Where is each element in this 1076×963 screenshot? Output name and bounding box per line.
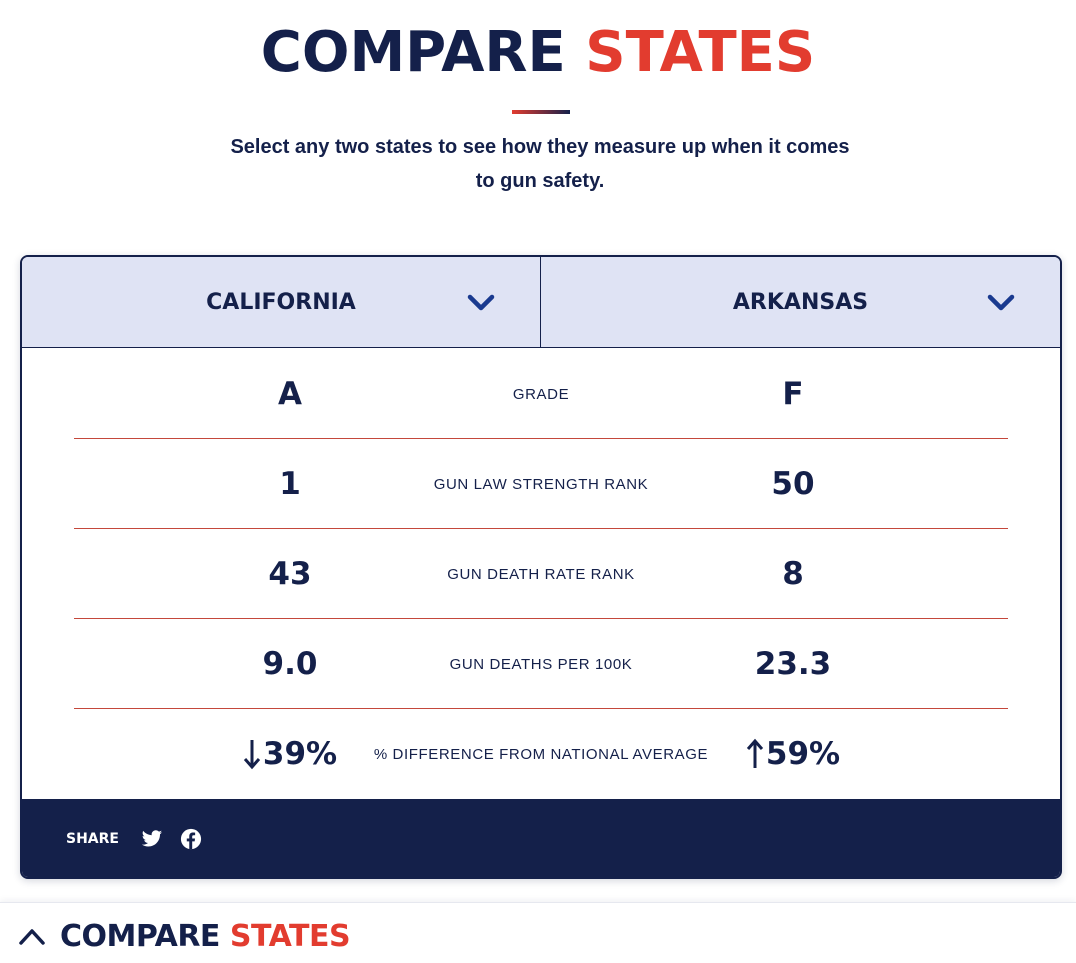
metric-label: % DIFFERENCE FROM NATIONAL AVERAGE xyxy=(373,745,709,763)
state-select-left[interactable]: CALIFORNIA xyxy=(22,257,541,347)
page-title: COMPARE STATES xyxy=(0,22,1076,84)
metric-label: GRADE xyxy=(512,385,570,403)
table-row: 39% % DIFFERENCE FROM NATIONAL AVERAGE 5… xyxy=(74,709,1008,799)
sticky-title-part2: STATES xyxy=(229,919,351,954)
table-row: 9.0 GUN DEATHS PER 100K 23.3 xyxy=(74,619,1008,709)
table-row: A GRADE F xyxy=(74,349,1008,439)
twitter-icon[interactable] xyxy=(141,828,163,850)
page-title-part1: COMPARE xyxy=(260,20,566,85)
state-b-grade: F xyxy=(782,376,804,412)
share-bar: SHARE xyxy=(22,799,1060,877)
state-b-pct-diff: 59% xyxy=(693,709,893,799)
arrow-down-icon xyxy=(243,740,261,770)
page-subtitle: Select any two states to see how they me… xyxy=(230,136,850,192)
facebook-icon[interactable] xyxy=(180,828,202,850)
table-row: 1 GUN LAW STRENGTH RANK 50 xyxy=(74,439,1008,529)
metric-label: GUN DEATHS PER 100K xyxy=(449,655,633,673)
title-divider xyxy=(512,110,570,114)
state-a-pct-diff-value: 39% xyxy=(262,736,338,772)
state-b-deaths-per-100k: 23.3 xyxy=(754,646,832,682)
sticky-footer: COMPARE STATES xyxy=(0,902,1076,963)
state-b-law-rank: 50 xyxy=(771,466,815,502)
share-label: SHARE xyxy=(66,831,119,847)
chevron-down-icon xyxy=(467,294,495,311)
state-selectors: CALIFORNIA ARKANSAS xyxy=(22,257,1060,348)
compare-card: CALIFORNIA ARKANSAS A GRADE F 1 GUN LAW … xyxy=(20,255,1062,879)
state-select-right[interactable]: ARKANSAS xyxy=(541,257,1060,347)
metric-label: GUN LAW STRENGTH RANK xyxy=(433,475,649,493)
arrow-up-icon xyxy=(746,738,764,768)
state-select-right-label: ARKANSAS xyxy=(732,289,869,315)
comparison-table: A GRADE F 1 GUN LAW STRENGTH RANK 50 43 … xyxy=(74,349,1008,799)
sticky-title-part1: COMPARE xyxy=(60,919,220,954)
chevron-up-icon[interactable] xyxy=(18,926,46,946)
chevron-down-icon xyxy=(987,294,1015,311)
sticky-title[interactable]: COMPARE STATES xyxy=(60,917,351,957)
table-row: 43 GUN DEATH RATE RANK 8 xyxy=(74,529,1008,619)
state-b-death-rank: 8 xyxy=(782,556,804,592)
metric-label: GUN DEATH RATE RANK xyxy=(447,565,635,583)
state-select-left-label: CALIFORNIA xyxy=(206,289,356,315)
page-title-part2: STATES xyxy=(585,20,816,85)
state-b-pct-diff-value: 59% xyxy=(765,736,841,772)
